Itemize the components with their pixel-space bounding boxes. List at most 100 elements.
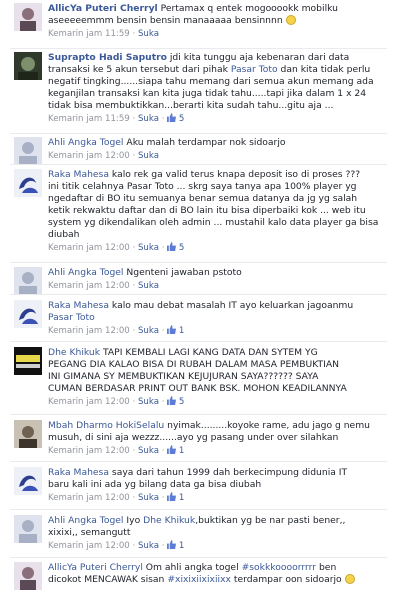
- comment-author[interactable]: Dhe Khikuk: [48, 347, 100, 358]
- comment-timestamp[interactable]: Kemarin jam 11:59: [48, 114, 130, 124]
- comment-author[interactable]: Ahli Angka Togel: [48, 137, 124, 148]
- thumbs-up-icon: [167, 396, 177, 405]
- comment-text: ini titik celahnya Pasar Toto ... skrg s…: [48, 181, 357, 192]
- comment-text: nyimak.........koyoke rame, adu jago g n…: [167, 420, 370, 431]
- thumbs-up-icon: [167, 540, 177, 549]
- comment-timestamp[interactable]: Kemarin jam 12:00: [48, 326, 130, 336]
- like-button[interactable]: Suka: [138, 243, 159, 253]
- divider: [10, 509, 387, 510]
- comment-text: kalo mau debat masalah IT ayo keluarkan …: [111, 300, 354, 311]
- hashtag-link[interactable]: #sokkkoooorrrrr: [242, 562, 316, 573]
- comment-feed: AllicYa Puteri Cherryl Pertamax q entek …: [0, 0, 397, 590]
- like-button[interactable]: Suka: [138, 397, 159, 407]
- comment-text: baru kali ini ada yg bilang data ga bisa…: [48, 479, 262, 490]
- like-count[interactable]: 1: [179, 326, 184, 336]
- comment-text: xixixi,, semangutt: [48, 527, 131, 538]
- comment-text: Ngenteni jawaban pstoto: [126, 267, 242, 278]
- comment-author[interactable]: Raka Mahesa: [48, 300, 109, 311]
- comment-timestamp[interactable]: Kemarin jam 12:00: [48, 151, 130, 161]
- like-button[interactable]: Suka: [138, 326, 159, 336]
- avatar[interactable]: [14, 467, 42, 495]
- avatar[interactable]: [14, 420, 42, 448]
- avatar[interactable]: [14, 137, 42, 165]
- avatar[interactable]: [14, 347, 42, 375]
- comment-text: terdampar oon sidoarjo: [233, 574, 342, 585]
- comment-text: ben: [318, 562, 337, 573]
- comment-text: keganjilan transaksi kan kita juga tidak…: [48, 88, 367, 99]
- comment-text: aseeeeemmm bensin bensin manaaaaa bensin…: [48, 15, 283, 26]
- comment-text: kalo rek ga valid terus knapa deposit is…: [111, 169, 361, 180]
- avatar[interactable]: [14, 52, 42, 80]
- like-count[interactable]: 5: [179, 243, 184, 253]
- thumbs-up-icon: [167, 113, 177, 122]
- comment-timestamp[interactable]: Kemarin jam 12:00: [48, 446, 130, 456]
- comment-text: Pertamax q entek mogooookk mobilku: [160, 3, 338, 14]
- comment-text: INI GIMANA SY MEMBUKTIKAN KEJUJURAN SAYA…: [48, 371, 319, 382]
- like-button[interactable]: Suka: [138, 29, 159, 39]
- divider: [10, 133, 387, 134]
- like-button[interactable]: Suka: [138, 114, 159, 124]
- like-button[interactable]: Suka: [138, 151, 159, 161]
- like-button[interactable]: Suka: [138, 446, 159, 456]
- comment-text: musuh, di sini aja wezzz......ayo yg pas…: [48, 432, 339, 443]
- comment-text: saya dari tahun 1999 dah berkecimpung di…: [111, 467, 348, 478]
- comment-timestamp[interactable]: Kemarin jam 12:00: [48, 243, 130, 253]
- comment-text: jdi kita tunggu aja kebenaran dari data: [169, 52, 350, 63]
- comment-author[interactable]: Ahli Angka Togel: [48, 267, 124, 278]
- comment-text: ,buktikan yg be nar pasti bener,,: [195, 515, 346, 526]
- comment-timestamp[interactable]: Kemarin jam 12:00: [48, 281, 130, 291]
- divider: [10, 341, 387, 342]
- like-count[interactable]: 1: [179, 446, 184, 456]
- comment-author[interactable]: Raka Mahesa: [48, 467, 109, 478]
- mention-link[interactable]: Dhe Khikuk: [143, 515, 195, 526]
- avatar[interactable]: [14, 515, 42, 543]
- comment-timestamp[interactable]: Kemarin jam 12:00: [48, 541, 130, 551]
- comment-author[interactable]: Mbah Dharmo HokiSelalu: [48, 420, 164, 431]
- mention-link[interactable]: Pasar Toto: [48, 312, 95, 323]
- comment-timestamp[interactable]: Kemarin jam 12:00: [48, 397, 130, 407]
- like-count[interactable]: 5: [179, 114, 184, 124]
- comment-author[interactable]: Suprapto Hadi Saputro: [48, 52, 167, 63]
- comment-text: CUMAN BERDASAR PRINT OUT BANK BSK. MOHON…: [48, 383, 347, 394]
- comment-timestamp[interactable]: Kemarin jam 12:00: [48, 493, 130, 503]
- comment-author[interactable]: Raka Mahesa: [48, 169, 109, 180]
- divider: [10, 461, 387, 462]
- thumbs-up-icon: [167, 492, 177, 501]
- thumbs-up-icon: [167, 242, 177, 251]
- comment-timestamp[interactable]: Kemarin jam 11:59: [48, 29, 130, 39]
- comment-author[interactable]: AllicYa Puteri Cherryl: [48, 3, 158, 14]
- comment-text: dicokot MENCAWAK sisan: [48, 574, 165, 585]
- comment-author[interactable]: Ahli Angka Togel: [48, 515, 124, 526]
- smiley-icon: [344, 574, 355, 584]
- comment-text: negatif tingking......siapa tahu memang …: [48, 76, 374, 87]
- mention-link[interactable]: Pasar Toto: [231, 64, 278, 75]
- comment-text: TAPI KEMBALI LAGI KANG DATA DAN SYTEM YG: [102, 347, 318, 358]
- divider: [10, 414, 387, 415]
- avatar[interactable]: [14, 300, 42, 328]
- comment-text: ketik rekwaktu daftar dan di BO lain itu…: [48, 205, 366, 216]
- divider: [10, 164, 387, 165]
- comment-text: dan kita tidak perlu: [280, 64, 371, 75]
- comment-text: transaksi ke 5 akun tersebut dari pihak: [48, 64, 228, 75]
- comment-text: Aku malah terdampar nok sidoarjo: [126, 137, 286, 148]
- thumbs-up-icon: [167, 445, 177, 454]
- hashtag-link[interactable]: #xixixiixixiixx: [167, 574, 231, 585]
- like-count[interactable]: 1: [179, 541, 184, 551]
- comment-text: PEGANG DIA KALAO BISA DI RUBAH DALAM MAS…: [48, 359, 340, 370]
- thumbs-up-icon: [167, 325, 177, 334]
- comment-text: tidak bisa membuktikkan...berarti kita s…: [48, 100, 334, 111]
- like-button[interactable]: Suka: [138, 281, 159, 291]
- comment-author[interactable]: AllicYa Puteri Cherryl: [48, 562, 143, 573]
- divider: [10, 557, 387, 558]
- avatar[interactable]: [14, 169, 42, 197]
- like-button[interactable]: Suka: [138, 541, 159, 551]
- avatar[interactable]: [14, 267, 42, 295]
- like-count[interactable]: 5: [179, 397, 184, 407]
- avatar[interactable]: [14, 3, 42, 31]
- comment-text: Om ahli angka togel: [145, 562, 239, 573]
- like-button[interactable]: Suka: [138, 493, 159, 503]
- comment-text: Iyo: [126, 515, 141, 526]
- divider: [10, 48, 387, 49]
- divider: [10, 294, 387, 295]
- like-count[interactable]: 1: [179, 493, 184, 503]
